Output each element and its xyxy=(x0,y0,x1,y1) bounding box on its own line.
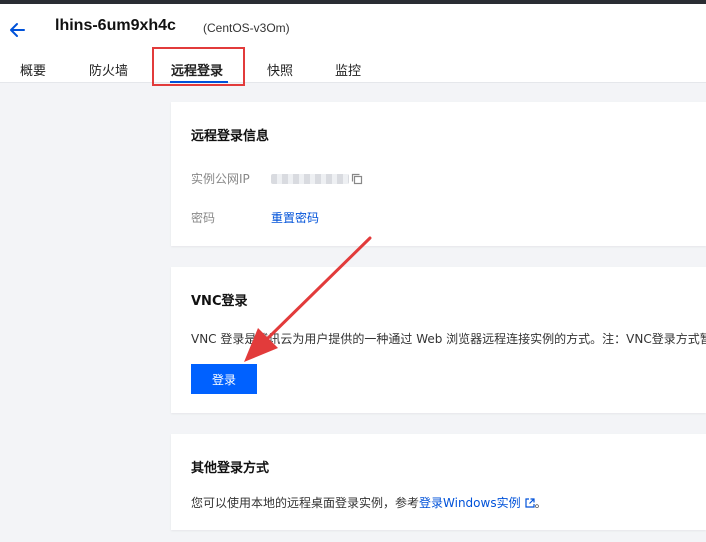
back-arrow-icon[interactable] xyxy=(8,20,28,40)
external-link-icon[interactable] xyxy=(524,498,535,508)
copy-icon[interactable] xyxy=(351,173,363,185)
other-login-title: 其他登录方式 xyxy=(191,461,270,476)
public-ip-value xyxy=(271,174,349,184)
remote-info-card: 远程登录信息 实例公网IP 密码 重置密码 xyxy=(171,102,706,246)
tab-snapshot[interactable]: 快照 xyxy=(267,60,293,79)
reset-password-link[interactable]: 重置密码 xyxy=(271,209,319,226)
other-login-prefix: 您可以使用本地的远程桌面登录实例，参考 xyxy=(191,496,420,510)
instance-name: lhins-6um9xh4c xyxy=(55,17,176,34)
tab-firewall[interactable]: 防火墙 xyxy=(89,60,128,79)
other-login-suffix: 。 xyxy=(534,496,547,510)
highlight-box xyxy=(152,47,245,86)
remote-info-title: 远程登录信息 xyxy=(191,129,270,144)
password-label: 密码 xyxy=(191,211,216,225)
vnc-title: VNC登录 xyxy=(191,294,248,309)
other-login-description: 您可以使用本地的远程桌面登录实例，参考登录Windows实例 。 xyxy=(191,494,547,511)
vnc-description: VNC 登录是腾讯云为用户提供的一种通过 Web 浏览器远程连接实例的方式。注：… xyxy=(191,332,706,346)
os-label: (CentOS-v3Om) xyxy=(203,21,290,35)
vnc-card: VNC登录 VNC 登录是腾讯云为用户提供的一种通过 Web 浏览器远程连接实例… xyxy=(171,267,706,413)
page-header: lhins-6um9xh4c (CentOS-v3Om) 概要 防火墙 远程登录… xyxy=(0,4,706,83)
other-login-card: 其他登录方式 您可以使用本地的远程桌面登录实例，参考登录Windows实例 。 xyxy=(171,434,706,530)
vnc-login-button[interactable]: 登录 xyxy=(191,364,257,394)
tab-overview[interactable]: 概要 xyxy=(20,60,46,79)
windows-login-doc-link[interactable]: 登录Windows实例 xyxy=(419,496,521,510)
public-ip-label: 实例公网IP xyxy=(191,172,250,186)
tab-monitor[interactable]: 监控 xyxy=(335,60,361,79)
